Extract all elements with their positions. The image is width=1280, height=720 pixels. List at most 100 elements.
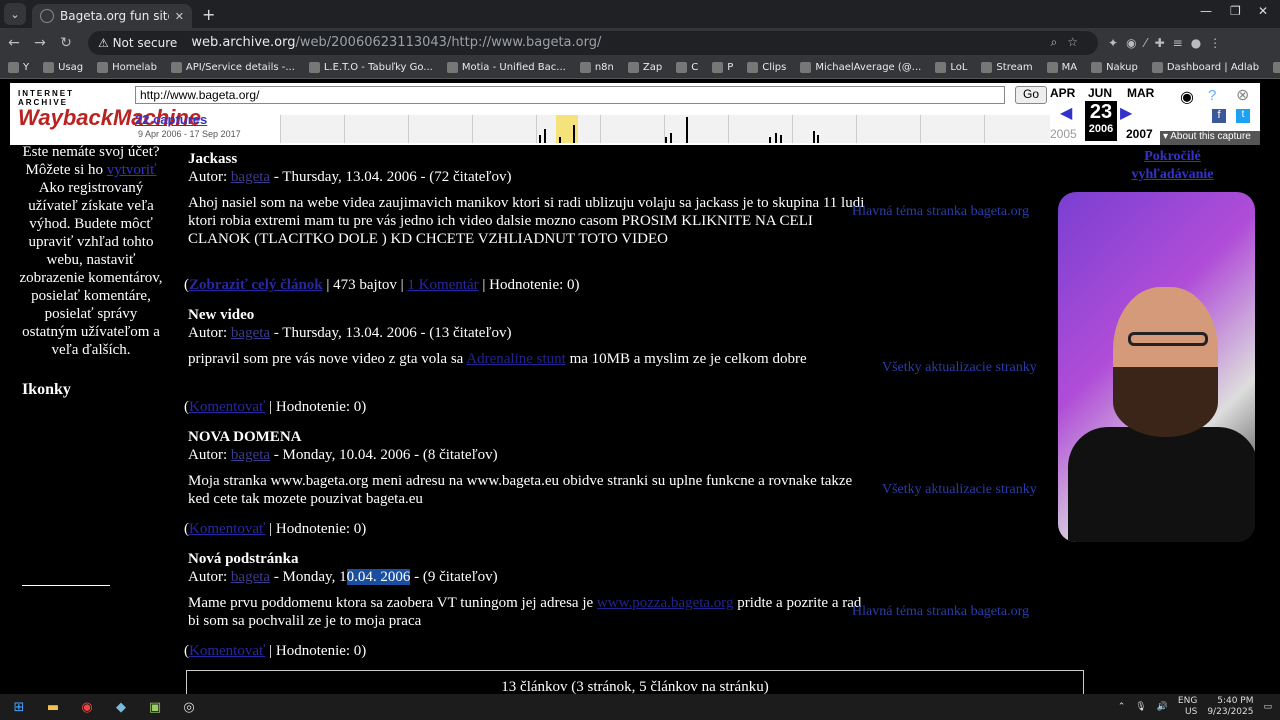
article-title: New video <box>188 307 255 323</box>
bookmark-item[interactable]: Zap <box>627 62 662 73</box>
zoom-icon[interactable]: ⌕ <box>1051 35 1068 49</box>
article: NOVA DOMENA Autor: bageta - Monday, 10.0… <box>184 428 868 537</box>
next-year[interactable]: 2007 <box>1126 127 1153 141</box>
about-capture-button[interactable]: ▾ About this capture <box>1160 131 1260 145</box>
bookmark-item[interactable]: LoL <box>935 62 967 73</box>
close-wayback-icon[interactable]: ⊗ <box>1236 85 1249 105</box>
extension-icon[interactable]: ⁄ <box>1145 36 1155 50</box>
bookmark-item[interactable]: Usag <box>43 62 83 73</box>
captures-link[interactable]: 22 captures <box>135 112 207 127</box>
capture-tick <box>686 117 688 143</box>
profile-avatar-icon[interactable]: ● <box>1191 36 1209 50</box>
bookmark-item[interactable]: Y <box>8 62 29 73</box>
comment-link[interactable]: 1 Komentár <box>407 277 478 293</box>
clock[interactable]: 5:40 PM 9/23/2025 <box>1207 696 1253 718</box>
bookmark-item[interactable]: Nakup <box>1091 62 1138 73</box>
bookmark-item[interactable]: Dashboard | Adlab <box>1151 62 1259 73</box>
not-secure-badge[interactable]: ⚠ Not secure <box>98 36 177 50</box>
article-counter: 13 článkov (3 stránok, 5 článkov na strá… <box>186 670 1084 694</box>
capture-sparkline[interactable] <box>280 115 1050 143</box>
extension-icon[interactable]: ✦ <box>1108 36 1126 50</box>
bookmark-item[interactable]: P <box>712 62 733 73</box>
advanced-search-link[interactable]: Pokročilé vyhľadávanie <box>1125 148 1220 184</box>
app-icon[interactable]: ▣ <box>140 700 170 715</box>
bookmark-label: LoL <box>950 62 968 73</box>
article-meta: Autor: bageta - Monday, 10.04. 2006 - (8… <box>188 447 498 463</box>
app-icon[interactable]: ◎ <box>174 700 204 715</box>
year-divider <box>472 115 473 143</box>
new-tab-plus-icon[interactable]: + <box>202 5 215 24</box>
webcam-overlay <box>1058 192 1255 542</box>
bookmark-item[interactable]: C <box>676 62 698 73</box>
chrome-icon[interactable]: ◉ <box>72 700 102 715</box>
prev-capture-arrow-icon[interactable]: ◀ <box>1060 103 1072 123</box>
bookmark-item[interactable]: MA <box>1046 62 1077 73</box>
chevron-up-icon[interactable]: ⌃ <box>1118 702 1126 712</box>
author-link[interactable]: bageta <box>231 447 270 463</box>
forward-arrow-icon[interactable]: → <box>28 35 52 51</box>
user-account-icon[interactable]: ◉ <box>1180 87 1194 107</box>
bookmark-item[interactable]: Usage - OpenAI API <box>1273 62 1280 73</box>
bookmark-item[interactable]: API/Service details -... <box>170 62 295 73</box>
wayback-url-input[interactable]: http://www.bageta.org/ <box>135 86 1005 104</box>
reload-icon[interactable]: ↻ <box>54 35 78 51</box>
bookmark-item[interactable]: Homelab <box>97 62 157 73</box>
media-icon[interactable]: ≡ <box>1173 36 1191 50</box>
prev-year[interactable]: 2005 <box>1050 127 1077 141</box>
restore-icon[interactable]: ❐ <box>1230 4 1241 18</box>
bookmark-item[interactable]: Motia - Unified Bac... <box>446 62 566 73</box>
video-link[interactable]: Adrenaline stunt <box>466 351 566 367</box>
bookmark-favicon-icon <box>1091 62 1103 73</box>
language-indicator[interactable]: ENG US <box>1178 696 1197 718</box>
close-window-icon[interactable]: ✕ <box>1258 4 1268 18</box>
next-month[interactable]: MAR <box>1127 86 1154 100</box>
comment-link[interactable]: Komentovať <box>189 399 265 415</box>
broken-image-link[interactable]: Všetky aktualizacie stranky <box>882 482 1037 498</box>
microphone-icon[interactable]: 🎙 <box>1135 702 1146 712</box>
bookmark-star-icon[interactable]: ☆ <box>1067 35 1088 49</box>
bookmark-label: MichaelAverage (@... <box>815 62 922 73</box>
minimize-icon[interactable]: — <box>1200 4 1212 18</box>
bookmark-item[interactable]: L.E.T.O - Tabuľky Go... <box>308 62 433 73</box>
wayback-go-button[interactable]: Go <box>1015 86 1047 104</box>
prev-month[interactable]: APR <box>1050 86 1075 100</box>
bookmark-item[interactable]: Clips <box>747 62 786 73</box>
tab-bageta[interactable]: Bageta.org fun sites ✕ <box>32 4 192 28</box>
broken-image-link[interactable]: Hlavná téma stranka bageta.org <box>852 204 1029 220</box>
back-arrow-icon[interactable]: ← <box>2 35 26 51</box>
article-title: NOVA DOMENA <box>188 429 302 445</box>
volume-icon[interactable]: 🔊 <box>1157 702 1168 712</box>
create-account-link[interactable]: vytvoriť <box>107 162 157 178</box>
full-article-link[interactable]: Zobraziť celý článok <box>189 277 323 293</box>
next-capture-arrow-icon[interactable]: ▶ <box>1120 103 1132 123</box>
bookmark-label: Stream <box>996 62 1033 73</box>
divider <box>22 585 110 586</box>
puzzle-icon[interactable]: ✚ <box>1155 36 1173 50</box>
bookmark-item[interactable]: n8n <box>579 62 614 73</box>
comment-link[interactable]: Komentovať <box>189 643 265 659</box>
help-icon[interactable]: ? <box>1208 87 1216 104</box>
address-bar[interactable]: ⚠ Not secure web.archive.org/web/2006062… <box>88 30 1098 55</box>
wayback-logo[interactable]: INTERNET ARCHIVE WaybackMachine <box>18 89 201 135</box>
year-divider <box>408 115 409 143</box>
bookmark-item[interactable]: Stream <box>981 62 1033 73</box>
app-icon[interactable]: ◆ <box>106 700 136 715</box>
author-link[interactable]: bageta <box>231 569 270 585</box>
facebook-icon[interactable]: f <box>1212 109 1226 123</box>
author-link[interactable]: bageta <box>231 169 270 185</box>
subdomain-link[interactable]: www.pozza.bageta.org <box>597 595 734 611</box>
menu-kebab-icon[interactable]: ⋮ <box>1209 36 1229 50</box>
notification-icon[interactable]: ▭ <box>1263 702 1272 712</box>
twitter-icon[interactable]: t <box>1236 109 1250 123</box>
article: New video Autor: bageta - Thursday, 13.0… <box>184 306 868 415</box>
bookmark-item[interactable]: MichaelAverage (@... <box>800 62 921 73</box>
tab-search-chevron-icon[interactable]: ⌄ <box>4 3 26 25</box>
broken-image-link[interactable]: Všetky aktualizacie stranky <box>882 360 1037 376</box>
windows-start-icon[interactable]: ⊞ <box>4 700 34 715</box>
extension-icon[interactable]: ◉ <box>1126 36 1144 50</box>
author-link[interactable]: bageta <box>231 325 270 341</box>
file-explorer-icon[interactable]: ▬ <box>38 700 68 715</box>
broken-image-link[interactable]: Hlavná téma stranka bageta.org <box>852 604 1029 620</box>
close-tab-icon[interactable]: ✕ <box>175 10 184 23</box>
comment-link[interactable]: Komentovať <box>189 521 265 537</box>
